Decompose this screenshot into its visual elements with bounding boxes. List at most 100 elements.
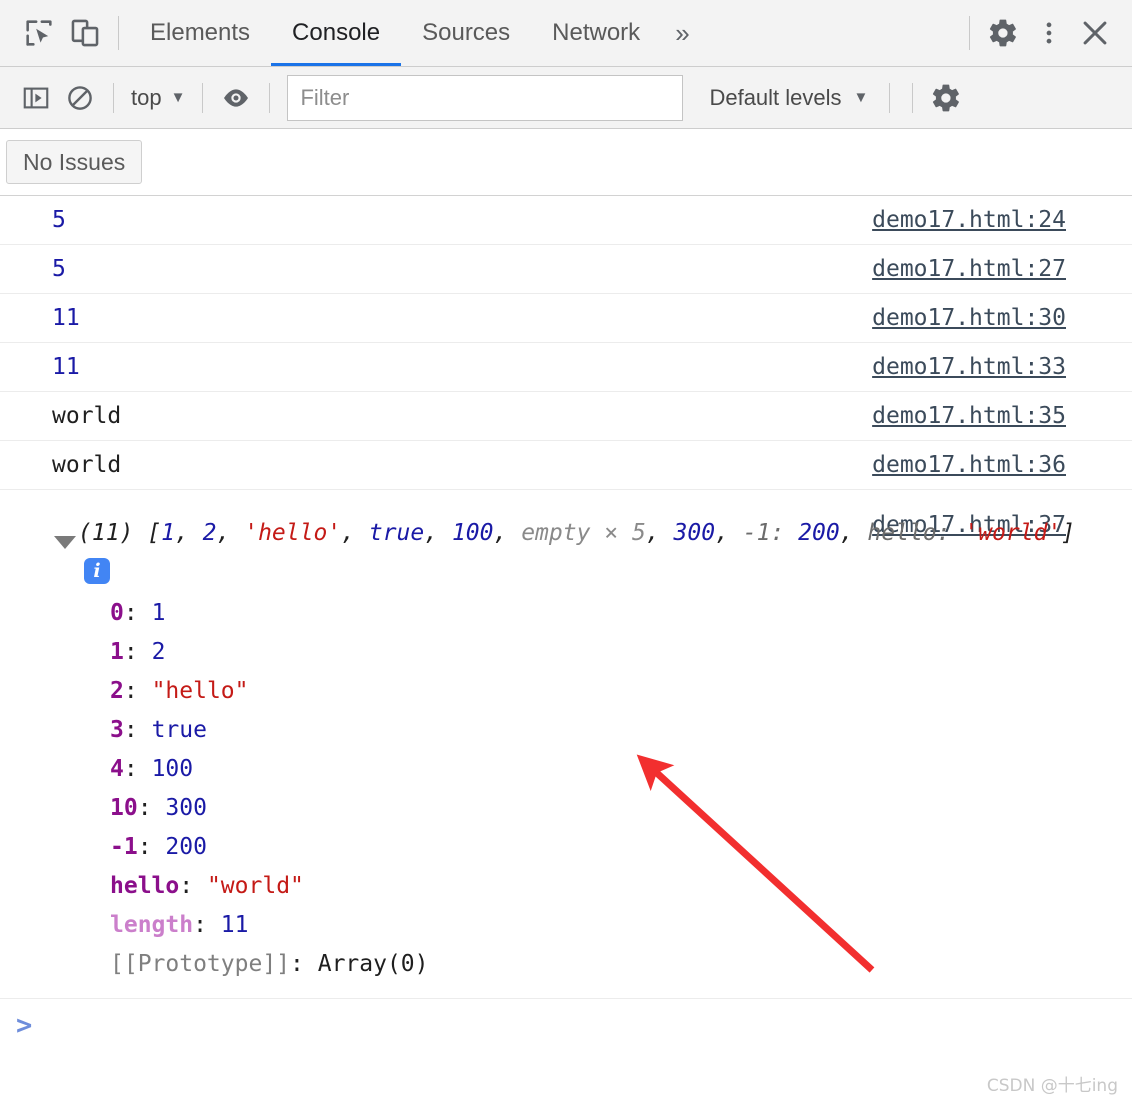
console-message-text: 11 [52, 304, 80, 331]
preview-sep: , [715, 520, 743, 546]
log-levels-selector[interactable]: Default levels ▼ [699, 85, 878, 111]
preview-item-4: 100 [451, 520, 494, 546]
no-issues-button[interactable]: No Issues [6, 139, 143, 185]
preview-sep: , [424, 520, 452, 546]
execution-context-label: top [131, 84, 162, 110]
object-property-row[interactable]: 3: true [0, 711, 1132, 750]
preview-sep: , [174, 520, 203, 546]
property-key: -1 [110, 834, 138, 860]
tab-network[interactable]: Network [531, 0, 661, 66]
console-toolbar-divider-2 [202, 82, 204, 113]
close-icon[interactable] [1072, 10, 1118, 56]
console-message-text: 5 [52, 255, 66, 282]
gear-icon[interactable] [980, 10, 1026, 56]
console-sidebar-toggle-icon[interactable] [14, 76, 58, 120]
property-value: 11 [220, 912, 249, 938]
devtools-tabbar: Elements Console Sources Network » [0, 0, 1132, 67]
chevron-down-icon-levels: ▼ [853, 89, 869, 106]
preview-open-bracket: [ [133, 520, 162, 546]
source-link[interactable]: demo17.html:27 [872, 256, 1066, 282]
console-toolbar-divider-4 [889, 82, 891, 113]
execution-context-selector[interactable]: top ▼ [125, 85, 191, 111]
tab-sources[interactable]: Sources [401, 0, 531, 66]
property-key: length [110, 912, 194, 938]
property-key: 1 [110, 639, 124, 665]
preview-item-7-value: 200 [798, 520, 840, 546]
array-length-prefix: (11) [78, 520, 134, 546]
property-key: 0 [110, 600, 124, 626]
console-message-row[interactable]: world demo17.html:36 [0, 441, 1132, 490]
preview-sep: , [341, 520, 369, 546]
console-message-text: world [52, 402, 122, 429]
console-message-list: 5 demo17.html:24 5 demo17.html:27 11 dem… [0, 196, 1132, 1051]
preview-item-0: 1 [161, 520, 175, 546]
console-message-row[interactable]: 11 demo17.html:30 [0, 294, 1132, 343]
disclosure-triangle-open-icon[interactable] [54, 536, 76, 549]
tab-elements[interactable]: Elements [129, 0, 271, 66]
property-key: 3 [110, 717, 124, 743]
console-toolbar-divider-5 [912, 82, 914, 113]
source-link[interactable]: demo17.html:30 [872, 305, 1066, 331]
console-message-text: 11 [52, 353, 80, 380]
clear-console-icon[interactable] [58, 76, 102, 120]
preview-item-2: 'hello' [244, 520, 342, 546]
source-link[interactable]: demo17.html:33 [872, 354, 1066, 380]
preview-close-bracket: ] [1061, 520, 1076, 546]
console-message-row[interactable]: world demo17.html:35 [0, 392, 1132, 441]
console-settings-gear-icon[interactable] [924, 76, 968, 120]
property-key: 10 [110, 795, 138, 821]
property-colon: : [137, 834, 166, 860]
toolbar-divider-right [969, 16, 970, 50]
preview-item-5-empty: empty × 5 [521, 520, 646, 546]
property-key: 2 [110, 678, 124, 704]
object-property-row[interactable]: hello: "world" [0, 867, 1132, 906]
console-message-row[interactable]: 5 demo17.html:27 [0, 245, 1132, 294]
object-property-row[interactable]: 1: 2 [0, 633, 1132, 672]
overflow-menu-icon[interactable] [1026, 10, 1072, 56]
console-message-row[interactable]: 11 demo17.html:33 [0, 343, 1132, 392]
property-value: 2 [151, 639, 166, 665]
filter-placeholder: Filter [300, 84, 350, 110]
source-link[interactable]: demo17.html:35 [872, 403, 1066, 429]
property-value: "world" [206, 873, 304, 899]
preview-item-1: 2 [202, 520, 217, 546]
preview-item-8-key: hello: [867, 520, 965, 546]
object-property-row[interactable]: 2: "hello" [0, 672, 1132, 711]
source-link[interactable]: demo17.html:24 [872, 207, 1066, 233]
property-colon: : [123, 717, 152, 743]
property-key: hello [110, 873, 180, 899]
inspect-element-icon[interactable] [16, 10, 62, 56]
property-value: 300 [165, 795, 207, 821]
object-property-row[interactable]: -1: 200 [0, 828, 1132, 867]
more-tabs-icon[interactable]: » [661, 18, 700, 49]
chevron-down-icon: ▼ [170, 89, 186, 106]
property-value: "hello" [151, 678, 249, 704]
console-prompt-row[interactable]: > [0, 999, 1132, 1051]
property-value: Array(0) [317, 951, 429, 977]
property-key: [[Prototype]] [110, 951, 291, 977]
property-colon: : [290, 951, 318, 977]
preview-sep: , [839, 520, 868, 546]
filter-input[interactable]: Filter [287, 74, 684, 121]
object-property-row[interactable]: 10: 300 [0, 789, 1132, 828]
console-object-message-row[interactable]: demo17.html:37 (11) [1, 2, 'hello', true… [0, 490, 1132, 999]
property-value: 1 [151, 600, 166, 626]
property-key: 4 [110, 756, 124, 782]
object-property-row-prototype[interactable]: [[Prototype]]: Array(0) [0, 945, 1132, 984]
object-property-row[interactable]: 0: 1 [0, 594, 1132, 633]
property-colon: : [123, 678, 152, 704]
console-message-row[interactable]: 5 demo17.html:24 [0, 196, 1132, 245]
object-preview-header[interactable]: (11) [1, 2, 'hello', true, 100, empty × … [0, 490, 1090, 584]
source-link[interactable]: demo17.html:36 [872, 452, 1066, 478]
preview-item-6: 300 [673, 520, 716, 546]
info-icon[interactable]: i [84, 558, 110, 584]
tab-console[interactable]: Console [271, 0, 401, 66]
watermark: CSDN @十七ing [986, 1076, 1118, 1096]
device-toolbar-icon[interactable] [62, 10, 108, 56]
object-property-row-length[interactable]: length: 11 [0, 906, 1132, 945]
property-colon: : [123, 639, 152, 665]
toolbar-divider [118, 16, 119, 50]
console-toolbar-divider-1 [113, 82, 114, 113]
object-property-row[interactable]: 4: 100 [0, 750, 1132, 789]
live-expression-eye-icon[interactable] [214, 76, 258, 120]
